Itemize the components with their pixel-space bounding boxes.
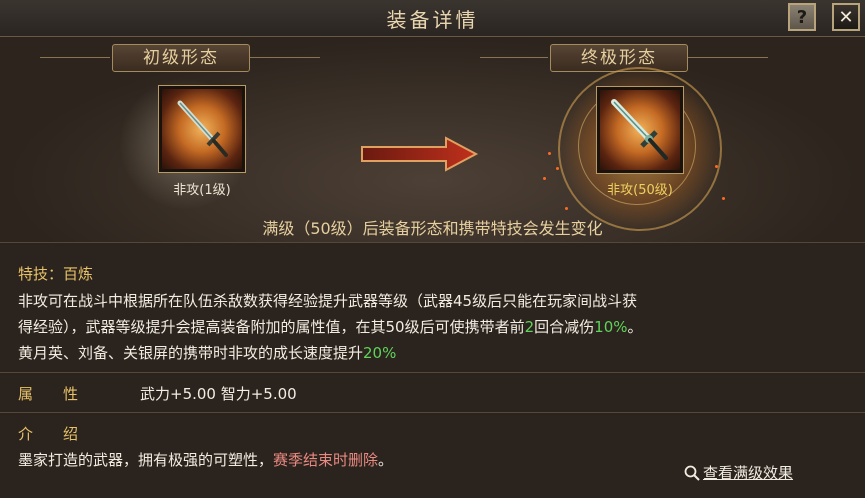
close-button[interactable]: ✕: [832, 3, 860, 31]
skill-desc-text: 。: [627, 318, 643, 336]
decor-line: [480, 57, 548, 58]
max-level-note: 满级（50级）后装备形态和携带特技会发生变化: [262, 219, 603, 238]
decor-line: [688, 57, 768, 58]
final-form-label: 终极形态: [550, 44, 688, 72]
skill-desc-line1: 非攻可在战斗中根据所在队伍杀敌数获得经验提升武器等级（武器45级后只能在玩家间战…: [18, 292, 638, 310]
intro-text: 。: [378, 451, 394, 469]
final-item-name: 非攻(50级): [607, 183, 673, 198]
skill-desc-line2: 得经验），武器等级提升会提高装备附加的属性值，在其50级后可使携带者前2回合减伤…: [18, 316, 643, 337]
view-max-effect-link[interactable]: 查看满级效果: [684, 462, 793, 483]
initial-form-label: 初级形态: [112, 44, 250, 72]
attributes-label: 属 性: [18, 385, 79, 403]
decor-line: [40, 57, 110, 58]
decor-line: [250, 57, 320, 58]
arrow-right-icon: [361, 136, 479, 172]
skill-reduction-value: 10%: [594, 318, 628, 336]
skill-desc-text: 黄月英、刘备、关银屏的携带时非攻的成长速度提升: [18, 344, 364, 362]
sword-icon: [177, 100, 228, 157]
view-max-effect-label: 查看满级效果: [703, 464, 794, 482]
skill-desc-line3: 黄月英、刘备、关银屏的携带时非攻的成长速度提升20%: [18, 342, 396, 363]
intro-label: 介 绍: [18, 425, 79, 443]
help-button[interactable]: ?: [788, 3, 816, 31]
initial-item-name: 非攻(1级): [173, 183, 231, 198]
season-delete-warning: 赛季结束时删除: [273, 451, 379, 469]
skill-label: 特技：百炼: [18, 265, 94, 283]
intro-text: 墨家打造的武器，拥有极强的可塑性，: [18, 451, 274, 469]
form-display-area: 初级形态 终极形态 非攻(1级) 非攻(50级) 满级（50级）后装备形态和携带…: [0, 37, 865, 242]
skill-rounds-value: 2: [524, 318, 535, 336]
divider: [0, 412, 865, 413]
final-weapon-slot[interactable]: [596, 86, 684, 174]
header-bar: 装备详情 ? ✕: [0, 0, 865, 37]
divider: [0, 372, 865, 373]
attributes-value: 武力+5.00 智力+5.00: [140, 385, 297, 403]
window-title: 装备详情: [386, 8, 479, 32]
intro-text-line: 墨家打造的武器，拥有极强的可塑性，赛季结束时删除。: [18, 449, 393, 470]
sword-icon: [611, 99, 668, 160]
skill-desc-text: 得经验），武器等级提升会提高装备附加的属性值，在其50级后可使携带者前: [18, 318, 525, 336]
initial-weapon-slot[interactable]: [158, 85, 246, 173]
search-icon: [684, 465, 700, 481]
growth-boost-value: 20%: [363, 344, 397, 362]
skill-desc-text: 回合减伤: [534, 318, 595, 336]
